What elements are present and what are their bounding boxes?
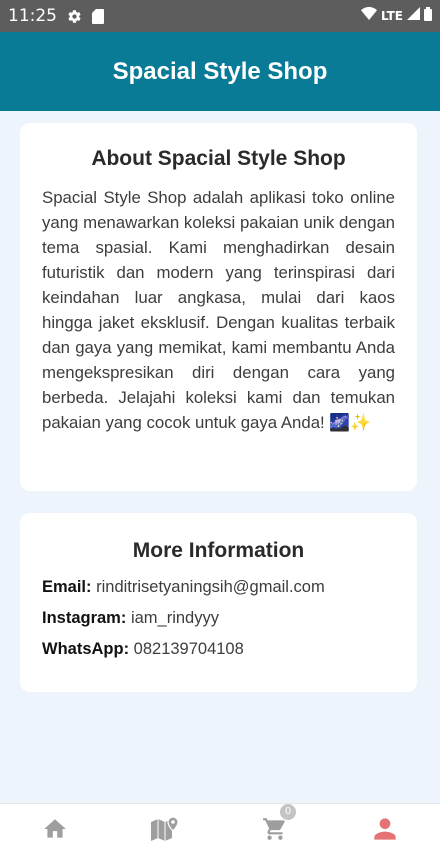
signal-icon (407, 7, 420, 25)
about-text: Spacial Style Shop adalah aplikasi toko … (42, 188, 395, 432)
about-card: About Spacial Style Shop Spacial Style S… (20, 123, 417, 491)
status-bar: 11:25 LTE (0, 0, 440, 32)
nav-cart[interactable]: 0 (220, 803, 330, 847)
email-row: Email: rinditrisetyaningsih@gmail.com (42, 577, 395, 597)
settings-icon (67, 9, 82, 24)
cart-icon (262, 816, 288, 847)
battery-icon (424, 6, 432, 26)
instagram-row: Instagram: iam_rindyyy (42, 608, 395, 628)
wifi-icon (360, 7, 377, 25)
person-icon (369, 813, 401, 850)
bottom-nav: 0 (0, 803, 440, 858)
nav-map[interactable] (110, 815, 220, 847)
instagram-value: iam_rindyyy (130, 609, 219, 627)
instagram-label: Instagram: (42, 609, 127, 627)
email-label: Email: (42, 578, 92, 596)
sim-card-icon (92, 8, 104, 24)
status-time: 11:25 (8, 6, 57, 26)
more-info-card: More Information Email: rinditrisetyanin… (20, 513, 417, 692)
app-bar: Spacial Style Shop (0, 32, 440, 111)
home-icon (42, 816, 68, 847)
more-info-title: More Information (132, 539, 305, 562)
app-title: Spacial Style Shop (112, 57, 328, 85)
whatsapp-label: WhatsApp: (42, 640, 130, 658)
cart-badge: 0 (280, 803, 296, 820)
nav-home[interactable] (0, 816, 110, 847)
whatsapp-row: WhatsApp: 082139704108 (42, 639, 395, 659)
map-icon (150, 815, 180, 847)
about-title: About Spacial Style Shop (91, 147, 346, 170)
whatsapp-value: 082139704108 (133, 640, 244, 658)
email-value: rinditrisetyaningsih@gmail.com (96, 578, 325, 596)
nav-profile[interactable] (330, 813, 440, 850)
network-type: LTE (380, 9, 403, 23)
